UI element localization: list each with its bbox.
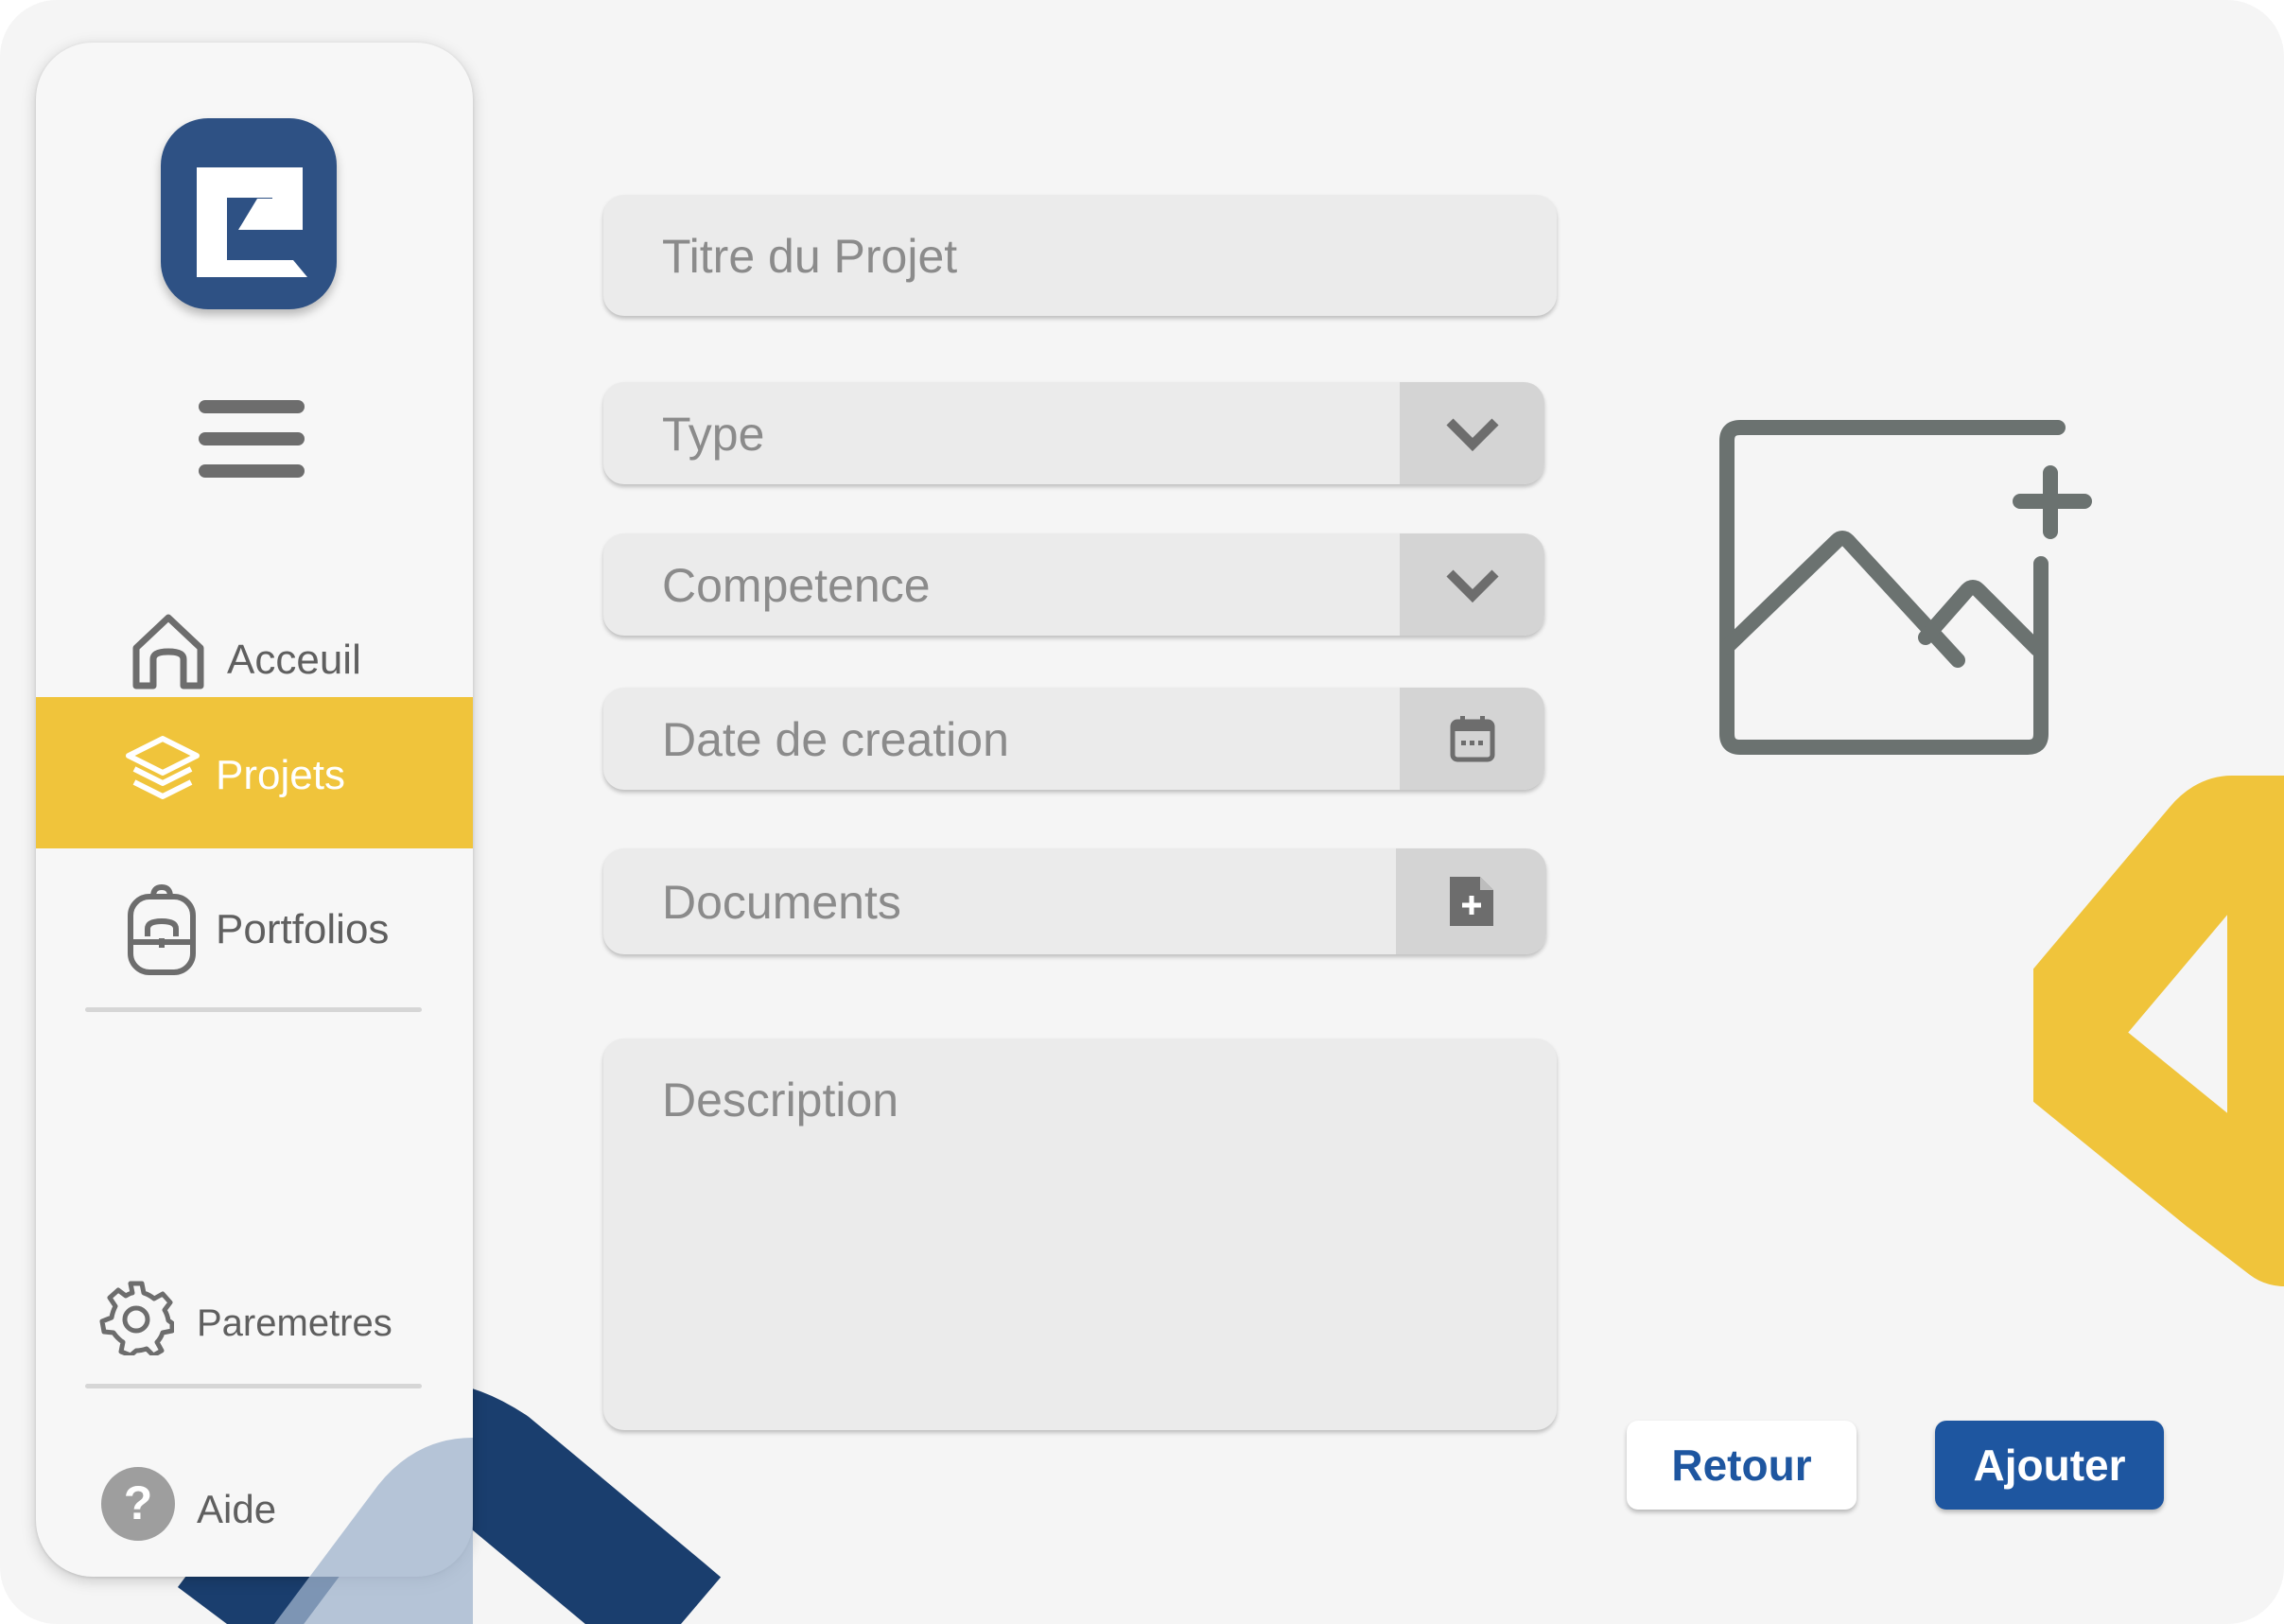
chevron-down-icon xyxy=(1445,418,1499,452)
sidebar-divider xyxy=(85,1007,422,1012)
sidebar: Acceuil Projets Portfolios Paremetres ? … xyxy=(36,43,473,1577)
layers-icon xyxy=(126,736,200,799)
hamburger-menu-icon[interactable] xyxy=(199,400,305,485)
sidebar-item-label: Paremetres xyxy=(197,1302,392,1344)
sidebar-item-portfolios[interactable]: Portfolios xyxy=(36,851,473,1003)
date-picker-button[interactable] xyxy=(1400,688,1544,790)
creation-date-placeholder: Date de creation xyxy=(662,713,1009,766)
project-title-placeholder: Titre du Projet xyxy=(662,230,958,283)
description-textarea[interactable]: Description xyxy=(603,1039,1557,1430)
calendar-icon xyxy=(1450,716,1494,762)
app-logo xyxy=(161,118,337,309)
add-button[interactable]: Ajouter xyxy=(1935,1421,2164,1510)
sidebar-item-label: Projets xyxy=(216,752,345,798)
logo-mark-icon xyxy=(197,167,307,277)
gear-icon xyxy=(99,1281,174,1355)
competence-select[interactable]: Competence xyxy=(603,533,1544,636)
add-image-icon[interactable] xyxy=(1712,397,2118,795)
documents-field[interactable]: Documents xyxy=(603,848,1546,954)
competence-dropdown-button[interactable] xyxy=(1400,533,1544,636)
chevron-down-icon xyxy=(1445,569,1499,603)
project-title-field[interactable]: Titre du Projet xyxy=(603,195,1557,316)
svg-text:?: ? xyxy=(124,1476,153,1529)
competence-select-placeholder: Competence xyxy=(662,559,931,612)
back-button[interactable]: Retour xyxy=(1627,1421,1857,1510)
type-select[interactable]: Type xyxy=(603,382,1544,484)
backpack-icon xyxy=(128,883,196,975)
type-dropdown-button[interactable] xyxy=(1400,382,1544,484)
sidebar-item-paremetres[interactable]: Paremetres xyxy=(36,1244,473,1395)
sidebar-divider xyxy=(85,1384,422,1388)
decorative-shape-overlay xyxy=(274,1438,473,1624)
documents-placeholder: Documents xyxy=(662,876,901,929)
help-icon: ? xyxy=(101,1467,175,1541)
type-select-placeholder: Type xyxy=(662,408,765,461)
add-document-button[interactable] xyxy=(1396,848,1546,954)
add-file-icon xyxy=(1449,877,1493,926)
app-window: Acceuil Projets Portfolios Paremetres ? … xyxy=(0,0,2284,1624)
decorative-yellow-chevron xyxy=(2033,776,2284,1286)
sidebar-item-label: Portfolios xyxy=(216,906,390,952)
home-icon xyxy=(132,614,204,690)
sidebar-item-projets[interactable]: Projets xyxy=(36,697,473,848)
description-placeholder: Description xyxy=(662,1074,899,1126)
sidebar-item-label: Acceuil xyxy=(227,637,361,683)
creation-date-field[interactable]: Date de creation xyxy=(603,688,1544,790)
